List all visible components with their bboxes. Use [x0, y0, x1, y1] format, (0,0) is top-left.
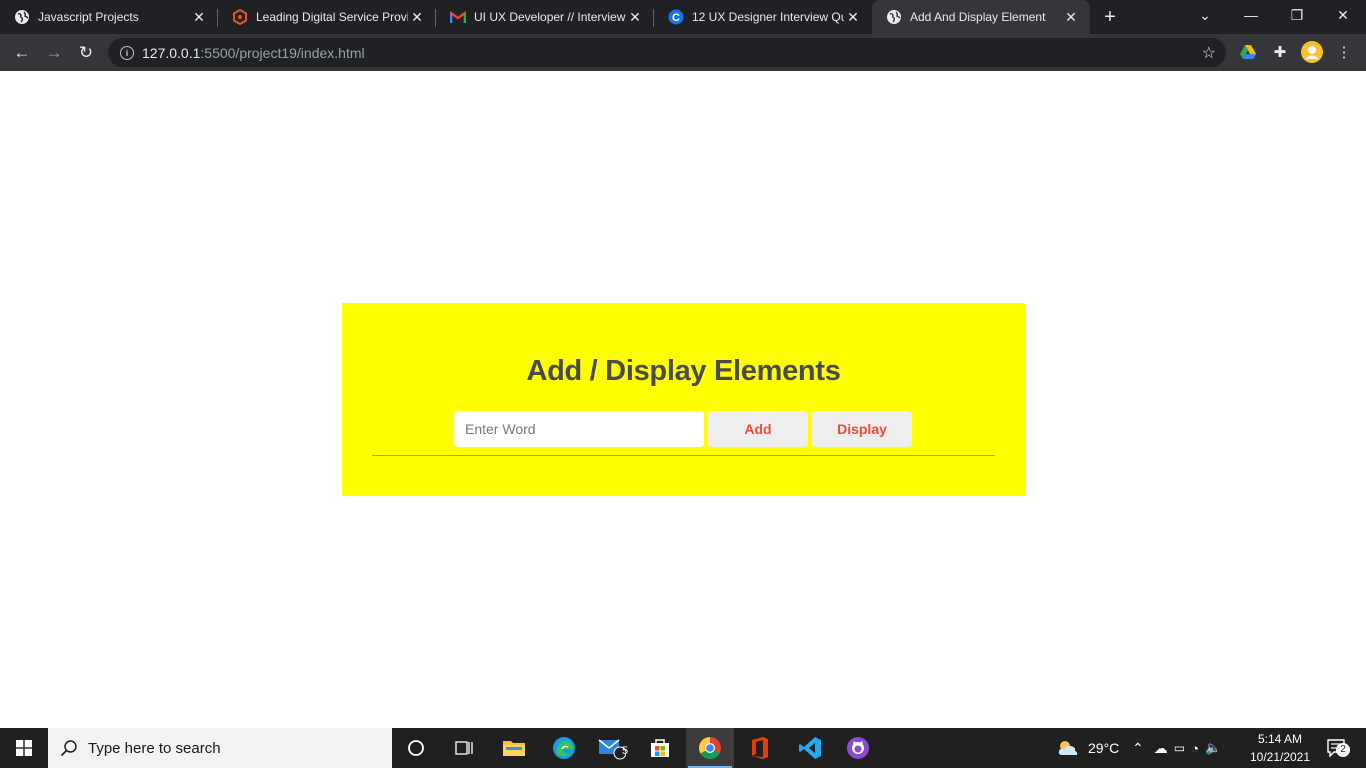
close-icon[interactable]: ✕ [844, 8, 862, 26]
restore-icon: ❐ [1290, 6, 1304, 23]
url-host: 127.0.0.1 [142, 44, 201, 61]
divider [372, 455, 995, 456]
store-icon [651, 739, 669, 757]
page-title: Add / Display Elements [526, 355, 841, 387]
gmail-icon [450, 9, 466, 25]
extensions-button[interactable]: ✚ [1266, 38, 1294, 66]
drive-icon [1240, 45, 1256, 59]
github-icon [847, 737, 869, 759]
clock[interactable]: 5:14 AM 10/21/2021 [1244, 730, 1316, 766]
tab-title: 12 UX Designer Interview Qu [692, 10, 844, 24]
globe-icon [886, 9, 902, 25]
puzzle-icon: ✚ [1273, 44, 1287, 61]
tab-leading-digital[interactable]: Leading Digital Service Provid ✕ [218, 0, 436, 34]
add-button[interactable]: Add [708, 411, 808, 447]
system-tray: ⌃ ☁ ▭ ◔ 🔈 [1132, 728, 1221, 768]
search-placeholder: Type here to search [88, 739, 221, 757]
bookmark-star-icon[interactable]: ☆ [1202, 43, 1216, 63]
arrow-right-icon: → [45, 42, 63, 62]
close-icon[interactable]: ✕ [1062, 8, 1080, 26]
close-window-button[interactable]: ✕ [1320, 0, 1366, 30]
add-display-card: Add / Display Elements Add Display [342, 303, 1025, 496]
chevron-down-icon: ⌄ [1199, 6, 1211, 23]
arrow-left-icon: ← [13, 42, 31, 62]
windows-logo-icon [16, 740, 32, 756]
reload-icon: ↻ [78, 42, 94, 62]
plus-icon: + [1104, 5, 1116, 28]
chrome-button[interactable] [686, 728, 734, 768]
more-vert-icon: ⋮ [1336, 44, 1352, 61]
page-viewport: Add / Display Elements Add Display [0, 71, 1366, 728]
back-button[interactable]: ← [6, 37, 38, 69]
volume-icon[interactable]: 🔈 [1205, 740, 1221, 756]
display-button[interactable]: Display [812, 411, 912, 447]
cloud-sun-icon [1058, 741, 1078, 755]
address-bar[interactable]: i 127.0.0.1:5500/project19/index.html ☆ [108, 38, 1226, 67]
mail-badge: 5 [622, 745, 629, 757]
store-button[interactable] [636, 728, 684, 768]
close-icon[interactable]: ✕ [408, 8, 426, 26]
profile-avatar[interactable] [1298, 38, 1326, 66]
info-icon[interactable]: i [120, 45, 134, 60]
notification-center-button[interactable]: 2 [1322, 728, 1352, 768]
start-button[interactable] [0, 728, 48, 768]
weather-widget[interactable]: 29°C [1056, 728, 1119, 768]
notification-count: 2 [1336, 743, 1350, 757]
avatar-icon [1301, 41, 1323, 63]
tab-search-button[interactable]: ⌄ [1182, 0, 1228, 30]
edge-icon [553, 737, 575, 759]
github-desktop-button[interactable] [834, 728, 882, 768]
task-view-icon [455, 741, 473, 755]
globe-icon [14, 9, 30, 25]
windows-taskbar: Type here to search 5 29°C ⌃ ☁ ▭ ◔ 🔈 5:1… [0, 728, 1366, 768]
minimize-button[interactable]: — [1228, 0, 1274, 30]
tab-ui-ux-developer[interactable]: UI UX Developer // Interview ✕ [436, 0, 654, 34]
file-explorer-button[interactable] [490, 728, 538, 768]
c-logo-icon: C [668, 9, 684, 25]
tab-ux-designer-interview[interactable]: C 12 UX Designer Interview Qu ✕ [654, 0, 872, 34]
edge-button[interactable] [540, 728, 588, 768]
cortana-icon [408, 740, 424, 756]
hexagon-logo-icon [232, 9, 248, 25]
svg-text:C: C [672, 12, 680, 24]
vscode-button[interactable] [786, 728, 834, 768]
mail-button[interactable]: 5 [588, 728, 636, 768]
restore-button[interactable]: ❐ [1274, 0, 1320, 30]
browser-toolbar: ← → ↻ i 127.0.0.1:5500/project19/index.h… [0, 34, 1366, 71]
cortana-button[interactable] [392, 728, 440, 768]
url-path: :5500/project19/index.html [200, 44, 365, 61]
temperature: 29°C [1088, 740, 1120, 756]
close-icon[interactable]: ✕ [626, 8, 644, 26]
onedrive-cloud-icon[interactable]: ☁ [1154, 740, 1168, 757]
task-view-button[interactable] [440, 728, 488, 768]
word-input[interactable] [454, 411, 704, 447]
forward-button[interactable]: → [38, 37, 70, 69]
wifi-icon[interactable]: ◔ [1191, 741, 1199, 756]
battery-icon[interactable]: ▭ [1174, 741, 1185, 755]
chrome-icon [699, 737, 721, 759]
minimize-icon: — [1244, 7, 1258, 23]
close-icon: ✕ [1337, 6, 1349, 23]
chevron-up-icon[interactable]: ⌃ [1132, 740, 1144, 757]
close-icon[interactable]: ✕ [190, 8, 208, 26]
office-button[interactable] [736, 728, 784, 768]
google-drive-extension[interactable] [1234, 38, 1262, 66]
tab-title: Leading Digital Service Provid [256, 10, 408, 24]
office-icon [752, 737, 768, 759]
vscode-icon [799, 737, 821, 759]
reload-button[interactable]: ↻ [70, 37, 102, 69]
search-icon [60, 740, 77, 757]
tab-title: Add And Display Element [910, 10, 1046, 24]
tab-title: Javascript Projects [38, 10, 139, 24]
time: 5:14 AM [1257, 732, 1303, 746]
taskbar-search[interactable]: Type here to search [48, 728, 392, 768]
browser-tab-strip: Javascript Projects ✕ Leading Digital Se… [0, 0, 1366, 34]
date: 10/21/2021 [1249, 750, 1311, 764]
tab-javascript-projects[interactable]: Javascript Projects ✕ [0, 0, 218, 34]
menu-button[interactable]: ⋮ [1330, 38, 1358, 66]
tab-add-and-display[interactable]: Add And Display Element ✕ [872, 0, 1090, 34]
folder-icon [503, 741, 525, 756]
tab-title: UI UX Developer // Interview [474, 10, 626, 24]
new-tab-button[interactable]: + [1090, 0, 1130, 34]
